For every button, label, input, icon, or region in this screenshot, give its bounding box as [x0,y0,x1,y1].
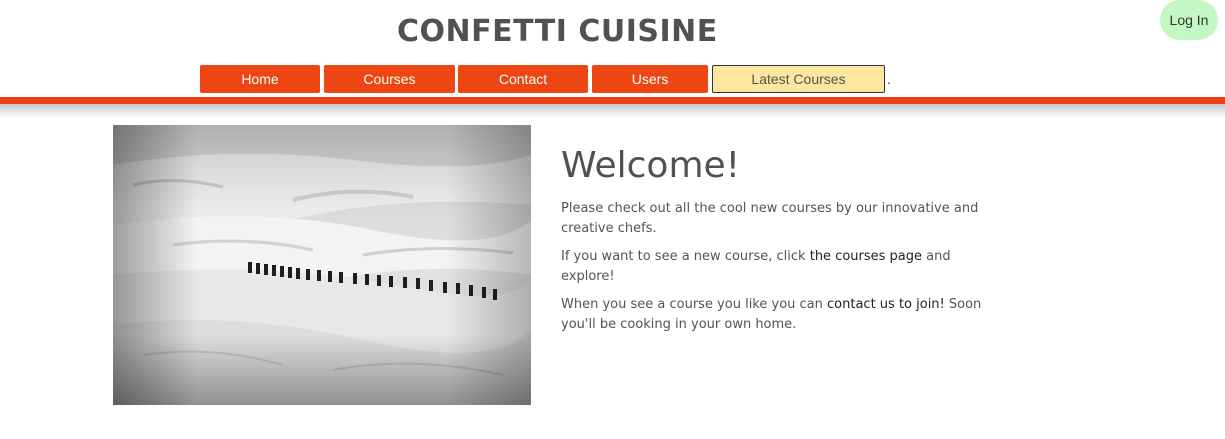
header-shadow [0,104,1225,118]
header-accent-bar [0,97,1225,104]
welcome-heading: Welcome! [561,145,741,186]
contact-us-link[interactable]: contact us to join! [827,297,945,312]
site-title: CONFETTI CUISINE [397,14,718,49]
courses-page-link[interactable]: the courses page [810,249,922,264]
contact-paragraph: When you see a course you like you can c… [561,295,991,335]
courses-paragraph-text: If you want to see a new course, click [561,249,810,264]
nav-item-latest-courses[interactable]: Latest Courses [712,65,885,93]
intro-paragraph: Please check out all the cool new course… [561,201,979,236]
hero-image-hikers-on-snow [113,125,531,405]
main-nav: Home Courses Contact Users Latest Course… [0,65,1225,93]
nav-trailing-dot: . [887,73,891,87]
welcome-section: Welcome! Please check out all the cool n… [561,143,991,343]
nav-item-courses[interactable]: Courses [324,65,455,93]
site-header: CONFETTI CUISINE Log In Home Courses Con… [0,0,1225,96]
contact-paragraph-text: When you see a course you like you can [561,297,828,312]
courses-paragraph: If you want to see a new course, click t… [561,247,991,287]
nav-item-users[interactable]: Users [592,65,708,93]
login-button[interactable]: Log In [1160,0,1218,40]
nav-item-contact[interactable]: Contact [458,65,588,93]
nav-item-home[interactable]: Home [200,65,320,93]
